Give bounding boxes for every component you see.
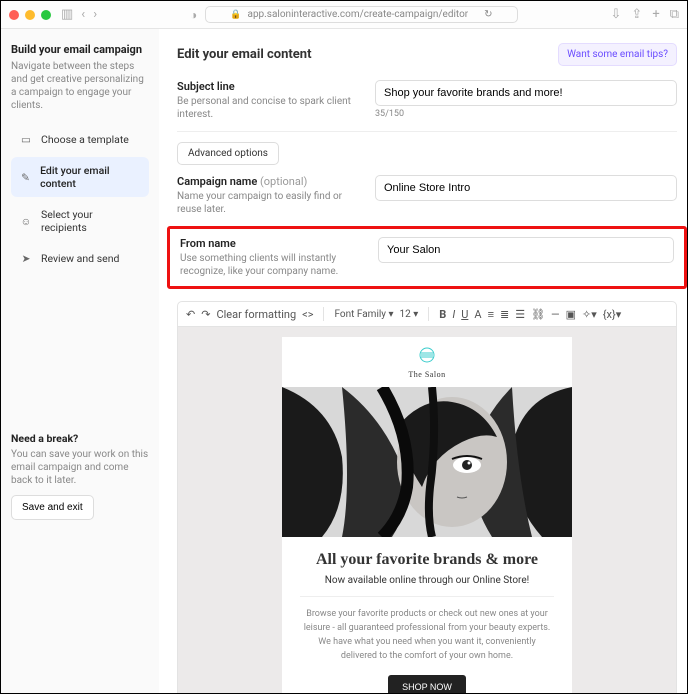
save-exit-button[interactable]: Save and exit [11, 495, 94, 520]
people-icon: ☺ [19, 215, 33, 228]
shop-now-button[interactable]: SHOP NOW [388, 675, 466, 693]
url-text: app.saloninteractive.com/create-campaign… [248, 9, 469, 20]
font-family-select[interactable]: Font Family ▾ [334, 309, 393, 320]
sidebar: Build your email campaign Navigate betwe… [1, 29, 159, 693]
underline-icon[interactable]: U [461, 308, 468, 321]
subject-count: 35/150 [375, 109, 677, 119]
step-edit-content[interactable]: ✎ Edit your email content [11, 157, 149, 197]
email-headline: All your favorite brands & more [292, 551, 562, 569]
step-select-recipients[interactable]: ☺ Select your recipients [11, 201, 149, 241]
advanced-options-button[interactable]: Advanced options [177, 142, 279, 165]
app-window: ▥ ‹ › ◑ 🔒 app.saloninteractive.com/creat… [0, 0, 688, 694]
page-title: Edit your email content [177, 47, 312, 62]
email-body-text: Browse your favorite products or check o… [282, 607, 572, 675]
shield-icon[interactable]: ◑ [190, 8, 197, 22]
salon-name: The Salon [282, 370, 572, 379]
hero-image [282, 387, 572, 537]
main-panel: Edit your email content Want some email … [159, 29, 687, 693]
minimize-icon[interactable] [25, 10, 35, 20]
editor-canvas[interactable]: The Salon [177, 327, 677, 693]
editor-toolbar: ↶ ↷ Clear formatting <> Font Family ▾ 12… [177, 301, 677, 327]
campaign-input[interactable] [375, 175, 677, 201]
from-name-highlight: From name Use something clients will ins… [167, 226, 687, 289]
step-choose-template[interactable]: ▭ Choose a template [11, 126, 149, 153]
campaign-desc: Name your campaign to easily find or reu… [177, 190, 357, 216]
from-label: From name [180, 237, 360, 250]
from-input[interactable] [378, 237, 674, 263]
undo-icon[interactable]: ↶ [186, 308, 195, 321]
email-subheadline: Now available online through our Online … [282, 575, 572, 586]
subject-input[interactable] [375, 80, 677, 106]
link-icon[interactable]: ⛓ [531, 308, 545, 321]
break-desc: You can save your work on this email cam… [11, 448, 149, 487]
font-size-select[interactable]: 12 ▾ [400, 309, 419, 320]
align-icon[interactable]: ≡ [488, 308, 494, 321]
download-icon[interactable]: ⇩ [611, 7, 622, 22]
sidebar-toggle-icon[interactable]: ▥ [61, 7, 73, 22]
sparkle-icon[interactable]: ✧▾ [582, 308, 597, 321]
maximize-icon[interactable] [41, 10, 51, 20]
new-tab-icon[interactable]: + [652, 7, 659, 22]
titlebar: ▥ ‹ › ◑ 🔒 app.saloninteractive.com/creat… [1, 1, 687, 29]
subject-desc: Be personal and concise to spark client … [177, 95, 357, 121]
reload-icon[interactable]: ↻ [484, 9, 492, 20]
salon-logo-icon [282, 347, 572, 366]
send-icon: ➤ [19, 252, 33, 265]
campaign-label: Campaign name (optional) [177, 175, 357, 188]
email-tips-button[interactable]: Want some email tips? [558, 43, 677, 66]
address-bar[interactable]: 🔒 app.saloninteractive.com/create-campai… [205, 6, 517, 23]
ordered-list-icon[interactable]: ≣ [500, 308, 509, 321]
bold-icon[interactable]: B [439, 308, 446, 321]
step-label: Select your recipients [41, 208, 141, 234]
template-icon: ▭ [19, 133, 33, 146]
hr-icon[interactable]: — [551, 308, 560, 321]
sidebar-title: Build your email campaign [11, 43, 149, 56]
email-divider [300, 596, 554, 597]
step-label: Edit your email content [40, 164, 141, 190]
clear-format-button[interactable]: Clear formatting [216, 308, 296, 321]
tabs-icon[interactable]: ⧉ [670, 7, 679, 22]
code-icon[interactable]: <> [302, 308, 313, 321]
sidebar-desc: Navigate between the steps and get creat… [11, 60, 149, 112]
italic-icon[interactable]: I [452, 308, 455, 321]
image-icon[interactable]: ▣ [566, 308, 576, 321]
share-icon[interactable]: ⇪ [631, 7, 642, 22]
step-review-send[interactable]: ➤ Review and send [11, 245, 149, 272]
unordered-list-icon[interactable]: ☰ [515, 308, 525, 321]
text-color-icon[interactable]: A [474, 308, 481, 321]
break-title: Need a break? [11, 432, 149, 445]
back-icon[interactable]: ‹ [81, 7, 85, 22]
traffic-lights [9, 10, 51, 20]
from-desc: Use something clients will instantly rec… [180, 252, 360, 278]
redo-icon[interactable]: ↷ [201, 308, 210, 321]
pencil-icon: ✎ [19, 171, 32, 184]
step-label: Choose a template [41, 133, 129, 146]
subject-label: Subject line [177, 80, 357, 93]
merge-tag-icon[interactable]: {x}▾ [603, 308, 621, 321]
step-label: Review and send [41, 252, 119, 265]
email-preview: The Salon [282, 337, 572, 693]
close-icon[interactable] [9, 10, 19, 20]
lock-icon: 🔒 [230, 10, 241, 20]
